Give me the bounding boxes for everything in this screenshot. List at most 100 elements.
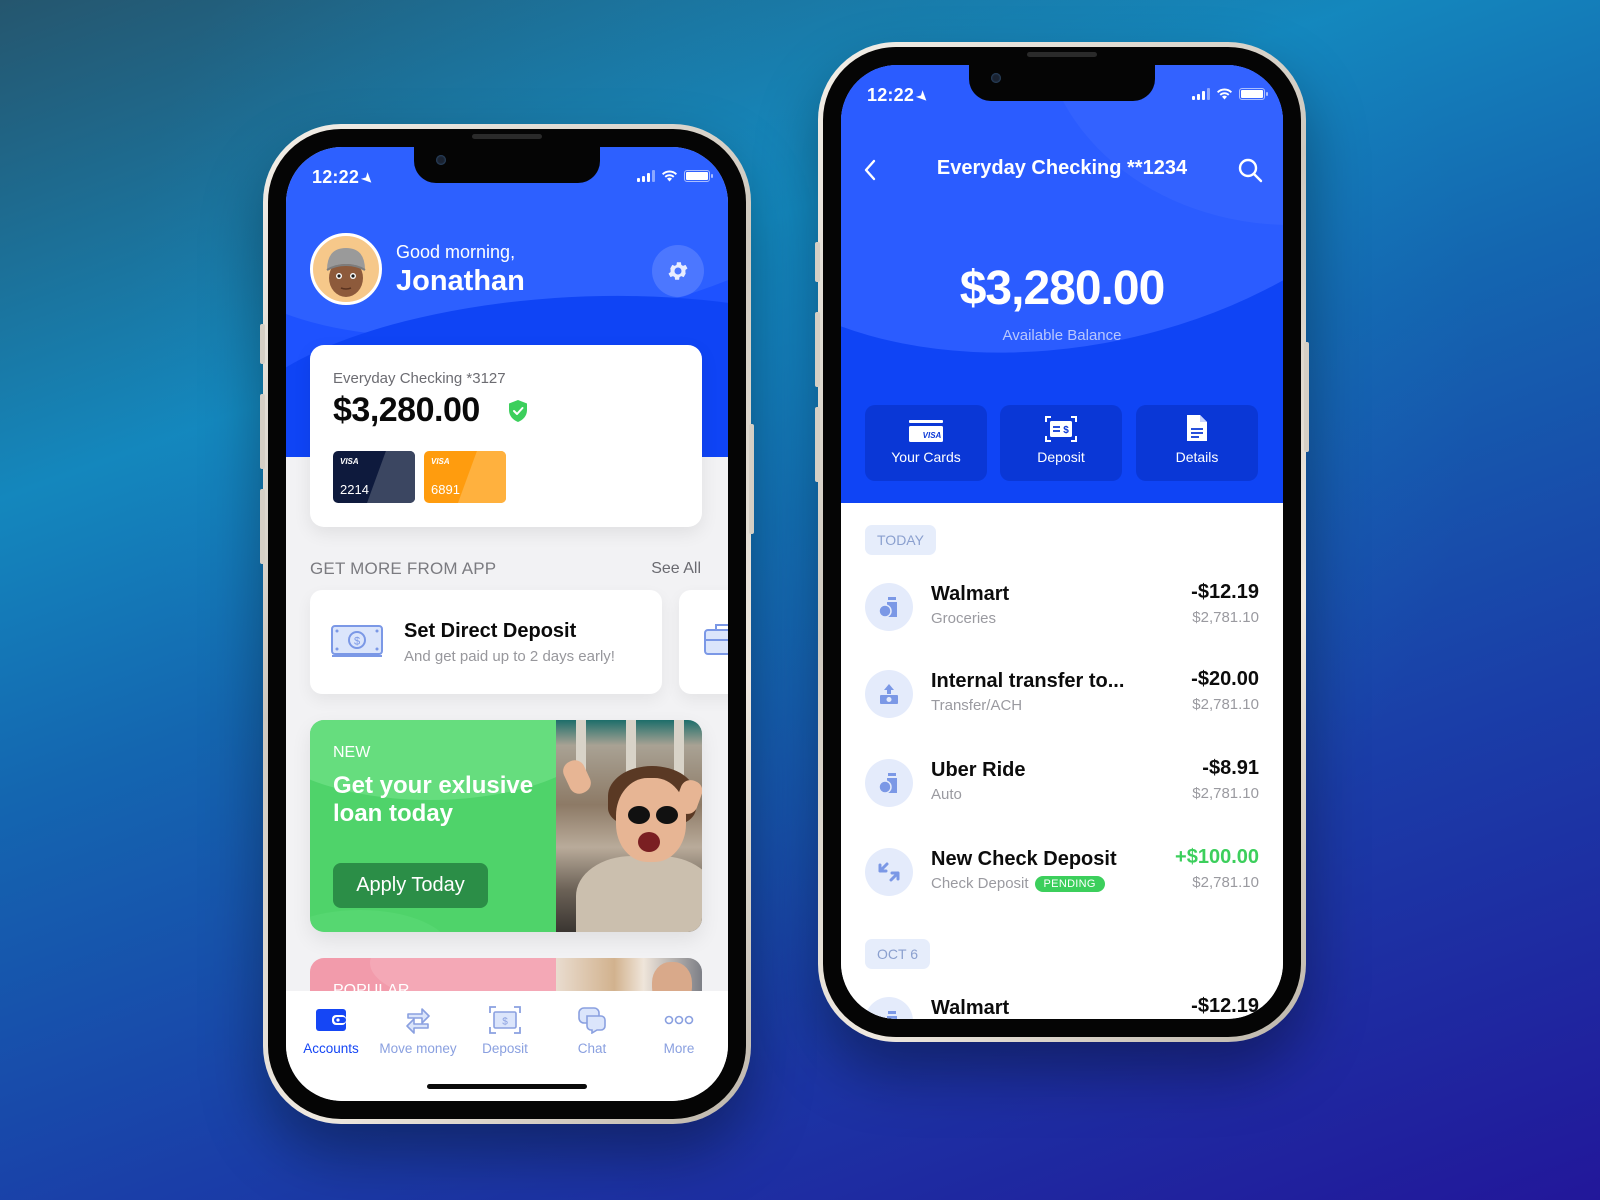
power-button bbox=[749, 424, 754, 534]
details-button[interactable]: Details bbox=[1136, 405, 1258, 481]
notch bbox=[969, 65, 1155, 101]
promo-card-direct-deposit[interactable]: $ Set Direct Deposit And get paid up to … bbox=[310, 590, 662, 694]
gear-icon bbox=[668, 262, 688, 280]
transaction-row[interactable]: Walmart Groceries -$12.19 $2,781.10 bbox=[841, 581, 1283, 653]
transaction-row[interactable]: Walmart -$12.19 bbox=[841, 995, 1283, 1019]
transaction-amount: -$12.19 bbox=[1191, 581, 1259, 603]
card-brand: VISA bbox=[431, 457, 450, 466]
tab-accounts[interactable]: Accounts bbox=[286, 1005, 376, 1056]
location-arrow-icon: ➤ bbox=[358, 169, 378, 188]
section-title: GET MORE FROM APP bbox=[310, 559, 497, 578]
transaction-icon-circle bbox=[865, 997, 913, 1019]
transaction-merchant: Internal transfer to... bbox=[931, 670, 1125, 692]
svg-text:$: $ bbox=[502, 1017, 508, 1028]
tab-more[interactable]: More bbox=[634, 1005, 724, 1056]
search-icon bbox=[1238, 158, 1263, 183]
your-cards-button[interactable]: VISA Your Cards bbox=[865, 405, 987, 481]
settings-button[interactable] bbox=[652, 245, 704, 297]
avatar[interactable] bbox=[310, 233, 382, 305]
groceries-icon bbox=[878, 773, 897, 794]
promo-card-next[interactable] bbox=[679, 590, 728, 694]
tab-label: Accounts bbox=[303, 1041, 359, 1056]
groceries-icon bbox=[881, 1011, 897, 1019]
tab-deposit[interactable]: $ Deposit bbox=[460, 1005, 550, 1056]
page-title: Everyday Checking **1234 bbox=[936, 157, 1188, 179]
speaker-grille bbox=[1027, 52, 1097, 57]
deposit-button[interactable]: $ Deposit bbox=[1000, 405, 1122, 481]
transaction-amount: +$100.00 bbox=[1175, 846, 1259, 868]
date-header-today: TODAY bbox=[865, 525, 936, 555]
transaction-icon-circle bbox=[865, 848, 913, 896]
promo-title: Set Direct Deposit bbox=[404, 620, 577, 642]
svg-text:$: $ bbox=[1063, 425, 1069, 436]
phone-bezel: 12:22➤ Everyday Checking **1234 $3,280.0… bbox=[823, 47, 1301, 1037]
transaction-amount: -$8.91 bbox=[1202, 757, 1259, 779]
groceries-icon bbox=[878, 597, 897, 618]
transaction-category: Groceries bbox=[931, 610, 997, 627]
user-name: Jonathan bbox=[396, 265, 525, 297]
transaction-list: TODAY Walmart Groceries -$12.19 $2,781.1… bbox=[841, 503, 1283, 1019]
card-brand: VISA bbox=[340, 457, 359, 466]
transaction-merchant: Walmart bbox=[931, 583, 1010, 605]
transaction-row[interactable]: New Check Deposit Check Deposit PENDING … bbox=[841, 846, 1283, 918]
tab-label: Move money bbox=[379, 1041, 457, 1056]
battery-icon bbox=[684, 169, 713, 182]
shield-check-icon bbox=[509, 400, 527, 422]
wifi-icon bbox=[662, 170, 677, 182]
running-balance: $2,781.10 bbox=[1192, 609, 1259, 626]
background-glow bbox=[0, 0, 1600, 1200]
screen: 12:22➤ Good morning, Jonathan Everyday C… bbox=[286, 147, 728, 1101]
action-label: Details bbox=[1175, 449, 1219, 465]
transaction-row[interactable]: Internal transfer to... Transfer/ACH -$2… bbox=[841, 668, 1283, 740]
banner-tag: NEW bbox=[333, 744, 371, 761]
apply-today-button[interactable]: Apply Today bbox=[333, 863, 488, 908]
running-balance: $2,781.10 bbox=[1192, 696, 1259, 713]
tab-label: Deposit bbox=[482, 1041, 528, 1056]
front-camera bbox=[436, 155, 446, 165]
svg-text:VISA: VISA bbox=[923, 431, 942, 440]
debit-card-2214[interactable]: VISA 2214 bbox=[333, 451, 415, 503]
document-icon bbox=[1187, 415, 1207, 441]
exchange-arrows-icon bbox=[878, 862, 900, 882]
card-last4: 6891 bbox=[431, 482, 460, 497]
phone-bezel: 12:22➤ Good morning, Jonathan Everyday C… bbox=[268, 129, 746, 1119]
transfer-out-icon bbox=[880, 684, 898, 704]
card-last4: 2214 bbox=[340, 482, 369, 497]
side-button bbox=[260, 324, 265, 364]
tab-label: More bbox=[663, 1041, 695, 1056]
battery-icon bbox=[1239, 87, 1268, 100]
see-all-link[interactable]: See All bbox=[651, 560, 701, 578]
loan-promo-banner[interactable]: NEW Get your exlusive loan today Apply T… bbox=[310, 720, 702, 932]
available-balance-amount: $3,280.00 bbox=[959, 262, 1166, 315]
debit-card-6891[interactable]: VISA 6891 bbox=[424, 451, 506, 503]
search-button[interactable] bbox=[1237, 157, 1263, 188]
volume-up-button bbox=[260, 394, 265, 469]
side-button bbox=[815, 242, 820, 282]
tab-chat[interactable]: Chat bbox=[547, 1005, 637, 1056]
speaker-grille bbox=[472, 134, 542, 139]
briefcase-icon bbox=[704, 624, 728, 655]
transaction-icon-circle bbox=[865, 583, 913, 631]
status-badge: PENDING bbox=[1034, 875, 1105, 892]
transaction-row[interactable]: Uber Ride Auto -$8.91 $2,781.10 bbox=[841, 757, 1283, 829]
banner-headline: Get your exlusive loan today bbox=[333, 772, 534, 827]
phone-account-detail-screen: 12:22➤ Everyday Checking **1234 $3,280.0… bbox=[815, 42, 1309, 1042]
transaction-amount: -$20.00 bbox=[1191, 668, 1259, 690]
available-balance-label: Available Balance bbox=[1002, 327, 1122, 344]
memoji-avatar-icon bbox=[326, 248, 366, 297]
promo-subtitle: And get paid up to 2 days early! bbox=[404, 648, 615, 665]
volume-down-button bbox=[260, 489, 265, 564]
transaction-merchant: Walmart bbox=[931, 997, 1010, 1019]
screen: 12:22➤ Everyday Checking **1234 $3,280.0… bbox=[841, 65, 1283, 1019]
transaction-icon-circle bbox=[865, 759, 913, 807]
tab-label: Chat bbox=[577, 1041, 607, 1056]
home-indicator[interactable] bbox=[427, 1084, 587, 1089]
transaction-icon-circle bbox=[865, 670, 913, 718]
account-summary-card[interactable]: Everyday Checking *3127 $3,280.00 VISA 2… bbox=[310, 345, 702, 527]
notch bbox=[414, 147, 600, 183]
volume-down-button bbox=[815, 407, 820, 482]
tab-move-money[interactable]: Move money bbox=[373, 1005, 463, 1056]
cellular-signal-icon bbox=[637, 169, 655, 182]
visa-card-icon: VISA bbox=[909, 420, 943, 442]
running-balance: $2,781.10 bbox=[1192, 785, 1259, 802]
